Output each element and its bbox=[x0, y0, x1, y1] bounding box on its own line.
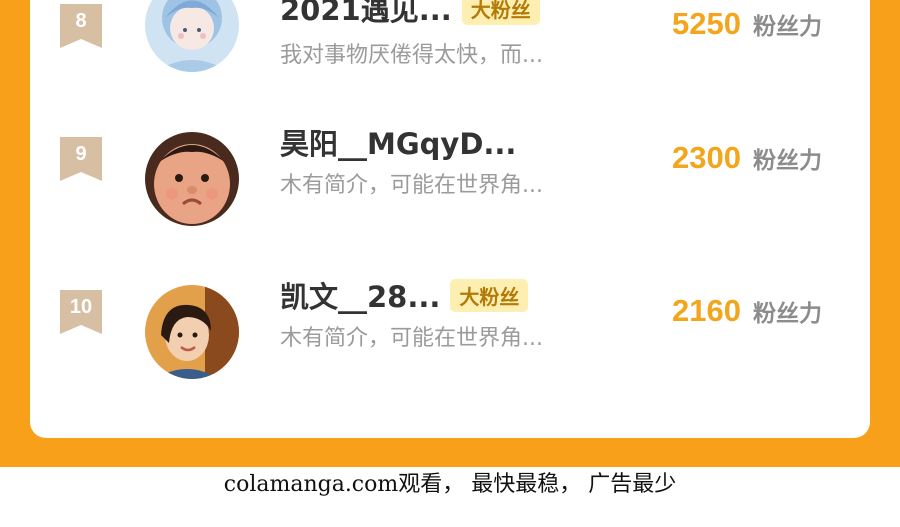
score-unit: 粉丝力 bbox=[753, 14, 822, 40]
avatar[interactable] bbox=[145, 0, 239, 72]
fan-level-badge: 大粉丝 bbox=[450, 278, 529, 312]
score-unit: 粉丝力 bbox=[753, 148, 822, 174]
avatar[interactable] bbox=[145, 285, 239, 379]
rank-ribbon-icon: 10 bbox=[60, 290, 102, 334]
avatar[interactable] bbox=[145, 132, 239, 226]
user-name[interactable]: 凯文__28... bbox=[280, 274, 440, 316]
rank-number: 10 bbox=[69, 296, 93, 318]
ranking-row[interactable]: 9 昊阳__MGqyD... 木有简介，可能在世界角... 2300 粉丝力 bbox=[30, 127, 870, 240]
fan-power-score: 5250 粉丝力 bbox=[672, 6, 822, 42]
fan-power-score: 2300 粉丝力 bbox=[672, 140, 822, 176]
score-value: 5250 bbox=[672, 6, 741, 41]
fan-power-score: 2160 粉丝力 bbox=[672, 293, 822, 329]
ranking-row[interactable]: 10 凯文__28... 大粉丝 木有简介，可能在世界角... 2160 粉丝力 bbox=[30, 278, 870, 393]
rank-number: 8 bbox=[75, 10, 87, 32]
score-value: 2300 bbox=[672, 140, 741, 175]
rank-ribbon-icon: 8 bbox=[60, 4, 102, 48]
rank-number: 9 bbox=[75, 143, 87, 165]
score-value: 2160 bbox=[672, 293, 741, 328]
rank-ribbon-icon: 9 bbox=[60, 137, 102, 181]
fan-ranking-card: 8 2021遇见... 大粉丝 我对事物厌倦得太快，而... 5250 粉丝力 bbox=[30, 0, 870, 438]
user-intro: 木有简介，可能在世界角... bbox=[280, 326, 543, 351]
user-intro: 木有简介，可能在世界角... bbox=[280, 173, 543, 198]
watermark-footer: colamanga.com观看， 最快最稳， 广告最少 bbox=[0, 467, 900, 527]
score-unit: 粉丝力 bbox=[753, 301, 822, 327]
ranking-row[interactable]: 8 2021遇见... 大粉丝 我对事物厌倦得太快，而... 5250 粉丝力 bbox=[30, 0, 870, 90]
user-intro: 我对事物厌倦得太快，而... bbox=[280, 43, 543, 68]
user-name[interactable]: 2021遇见... bbox=[280, 0, 452, 29]
fan-level-badge: 大粉丝 bbox=[461, 0, 540, 25]
user-name[interactable]: 昊阳__MGqyD... bbox=[280, 121, 516, 163]
